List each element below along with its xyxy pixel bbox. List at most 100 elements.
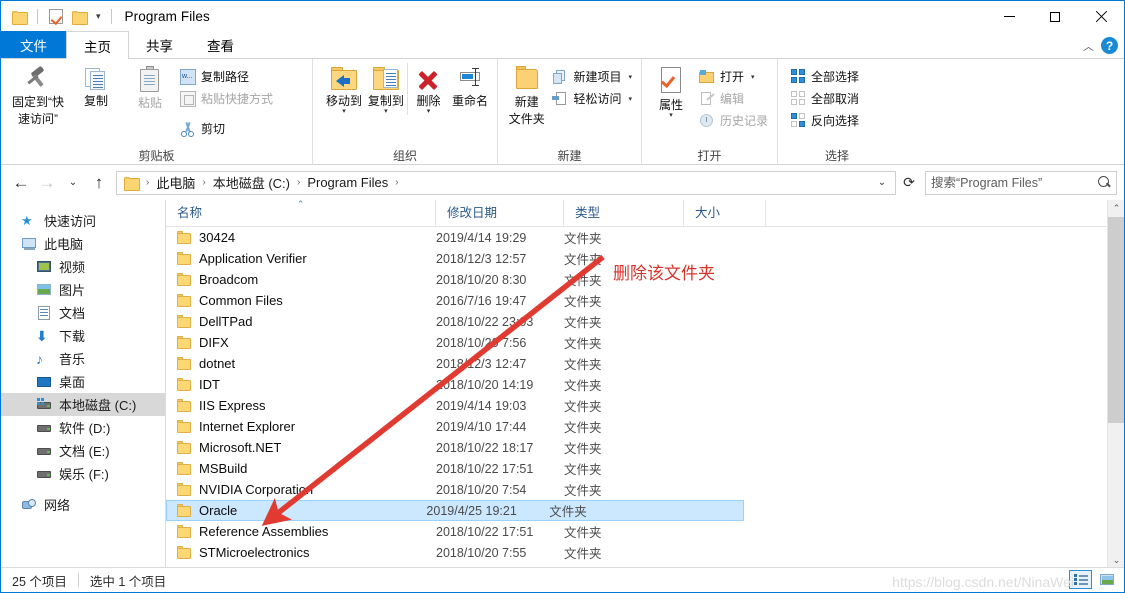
sidebar-item-music[interactable]: ♪ 音乐: [1, 347, 165, 370]
scrollbar-thumb[interactable]: [1108, 217, 1124, 423]
invert-selection-button[interactable]: 反向选择: [788, 111, 862, 130]
help-icon[interactable]: ?: [1101, 37, 1118, 54]
copy-button[interactable]: 复制: [69, 63, 123, 108]
pin-to-quick-access-button[interactable]: 固定到“快 速访问”: [7, 63, 69, 126]
table-row[interactable]: IIS Express 2019/4/14 19:03 文件夹: [166, 395, 1124, 416]
rename-button[interactable]: 重命名: [449, 63, 491, 108]
easy-access-button[interactable]: 轻松访问 ▾: [549, 89, 635, 108]
large-icons-view-button[interactable]: [1095, 570, 1118, 589]
new-folder-button[interactable]: 新建 文件夹: [508, 63, 545, 126]
select-all-icon: [791, 69, 806, 84]
breadcrumb-separator-0[interactable]: ›: [144, 177, 151, 188]
select-all-button[interactable]: 全部选择: [788, 67, 862, 86]
qat-folder-icon[interactable]: [9, 6, 30, 27]
column-header-type[interactable]: 类型: [564, 200, 684, 227]
sidebar-item-documents[interactable]: 文档: [1, 301, 165, 324]
tab-view[interactable]: 查看: [190, 31, 251, 58]
breadcrumb-root-icon[interactable]: [119, 172, 144, 194]
back-button[interactable]: ←: [8, 170, 34, 196]
easy-access-caret[interactable]: ▾: [628, 95, 632, 103]
paste-shortcut-button[interactable]: 粘贴快捷方式: [177, 89, 276, 108]
open-caret[interactable]: ▾: [751, 73, 755, 81]
copy-to-caret[interactable]: ▾: [384, 108, 388, 115]
table-row[interactable]: Broadcom 2018/10/20 8:30 文件夹: [166, 269, 1124, 290]
details-view-button[interactable]: [1069, 570, 1092, 589]
tab-home[interactable]: 主页: [66, 31, 129, 59]
breadcrumb[interactable]: › 此电脑 › 本地磁盘 (C:) › Program Files › ⌄: [116, 170, 896, 195]
cut-button[interactable]: 剪切: [177, 119, 276, 138]
refresh-button[interactable]: ⟳: [896, 171, 922, 195]
properties-button[interactable]: 属性 ▾: [650, 63, 692, 119]
column-header-size[interactable]: 大小: [684, 200, 766, 227]
table-row[interactable]: Internet Explorer 2019/4/10 17:44 文件夹: [166, 416, 1124, 437]
search-input[interactable]: [931, 175, 1098, 190]
file-type-cell: 文件夹: [564, 274, 602, 288]
properties-caret[interactable]: ▾: [669, 112, 673, 119]
breadcrumb-separator-2[interactable]: ›: [295, 177, 302, 188]
history-button[interactable]: 历史记录: [696, 111, 771, 130]
tab-share[interactable]: 共享: [129, 31, 190, 58]
collapse-ribbon-icon[interactable]: ︿: [1083, 38, 1094, 54]
file-name-text: DellTPad: [199, 314, 253, 329]
sidebar-item-quick-access[interactable]: ★ 快速访问: [1, 209, 165, 232]
minimize-button[interactable]: [986, 1, 1032, 32]
maximize-button[interactable]: [1032, 1, 1078, 32]
breadcrumb-separator-3[interactable]: ›: [393, 177, 400, 188]
forward-button[interactable]: →: [34, 170, 60, 196]
sidebar-item-videos[interactable]: 视频: [1, 255, 165, 278]
tab-file[interactable]: 文件: [1, 31, 66, 58]
up-button[interactable]: ↑: [86, 170, 112, 196]
qat-new-folder-button[interactable]: [69, 6, 90, 27]
table-row[interactable]: dotnet 2018/12/3 12:47 文件夹: [166, 353, 1124, 374]
breadcrumb-item-this-pc[interactable]: 此电脑: [151, 172, 200, 194]
table-row[interactable]: DellTPad 2018/10/22 23:03 文件夹: [166, 311, 1124, 332]
vertical-scrollbar[interactable]: ⌃ ⌄: [1107, 200, 1124, 569]
table-row[interactable]: IDT 2018/10/20 14:19 文件夹: [166, 374, 1124, 395]
table-row[interactable]: MSBuild 2018/10/22 17:51 文件夹: [166, 458, 1124, 479]
table-row[interactable]: 30424 2019/4/14 19:29 文件夹: [166, 227, 1124, 248]
sidebar-item-downloads[interactable]: ⬇ 下载: [1, 324, 165, 347]
search-icon[interactable]: [1098, 176, 1111, 189]
breadcrumb-dropdown-icon[interactable]: ⌄: [871, 172, 893, 194]
qat-properties-button[interactable]: [45, 6, 66, 27]
table-row[interactable]: Reference Assemblies 2018/10/22 17:51 文件…: [166, 521, 1124, 542]
copy-to-button[interactable]: 复制到 ▾: [365, 63, 407, 115]
file-date-cell: 2018/10/20 7:56: [436, 335, 527, 350]
table-row[interactable]: Microsoft.NET 2018/10/22 18:17 文件夹: [166, 437, 1124, 458]
delete-caret[interactable]: ▾: [427, 108, 431, 115]
close-button[interactable]: [1078, 1, 1124, 32]
sidebar-item-pictures[interactable]: 图片: [1, 278, 165, 301]
move-to-caret[interactable]: ▾: [342, 108, 346, 115]
new-item-button[interactable]: 新建项目 ▾: [549, 67, 635, 86]
move-to-button[interactable]: 移动到 ▾: [323, 63, 365, 115]
delete-button[interactable]: 删除 ▾: [406, 63, 449, 115]
sidebar-item-drive-e[interactable]: 文档 (E:): [1, 439, 165, 462]
edit-button[interactable]: 编辑: [696, 89, 771, 108]
table-row[interactable]: NVIDIA Corporation 2018/10/20 7:54 文件夹: [166, 479, 1124, 500]
sidebar-item-drive-f[interactable]: 娱乐 (F:): [1, 462, 165, 485]
sidebar-item-desktop[interactable]: 桌面: [1, 370, 165, 393]
breadcrumb-separator-1[interactable]: ›: [200, 177, 207, 188]
breadcrumb-item-c-drive[interactable]: 本地磁盘 (C:): [208, 172, 295, 194]
table-row[interactable]: STMicroelectronics 2018/10/20 7:55 文件夹: [166, 542, 1124, 563]
table-row[interactable]: DIFX 2018/10/20 7:56 文件夹: [166, 332, 1124, 353]
paste-button[interactable]: 粘贴: [123, 63, 177, 110]
open-button[interactable]: 打开 ▾: [696, 67, 771, 86]
search-box[interactable]: [925, 170, 1117, 195]
column-header-name[interactable]: ⌃ 名称: [166, 200, 436, 227]
new-item-caret[interactable]: ▾: [628, 73, 632, 81]
recent-locations-button[interactable]: ⌄: [60, 170, 86, 196]
chevron-down-icon[interactable]: ▾: [93, 12, 104, 21]
copy-path-button[interactable]: 复制路径: [177, 67, 276, 86]
table-row-selected[interactable]: Oracle 2019/4/25 19:21 文件夹: [166, 500, 744, 521]
column-header-date[interactable]: 修改日期: [436, 200, 564, 227]
table-row[interactable]: Application Verifier 2018/12/3 12:57 文件夹: [166, 248, 1124, 269]
scroll-up-button[interactable]: ⌃: [1108, 200, 1124, 217]
sidebar-item-this-pc[interactable]: 此电脑: [1, 232, 165, 255]
sidebar-item-local-disk-c[interactable]: 本地磁盘 (C:): [1, 393, 165, 416]
table-row[interactable]: Common Files 2016/7/16 19:47 文件夹: [166, 290, 1124, 311]
sidebar-item-drive-d[interactable]: 软件 (D:): [1, 416, 165, 439]
sidebar-item-network[interactable]: 网络: [1, 493, 165, 516]
breadcrumb-item-program-files[interactable]: Program Files: [302, 172, 393, 194]
select-none-button[interactable]: 全部取消: [788, 89, 862, 108]
